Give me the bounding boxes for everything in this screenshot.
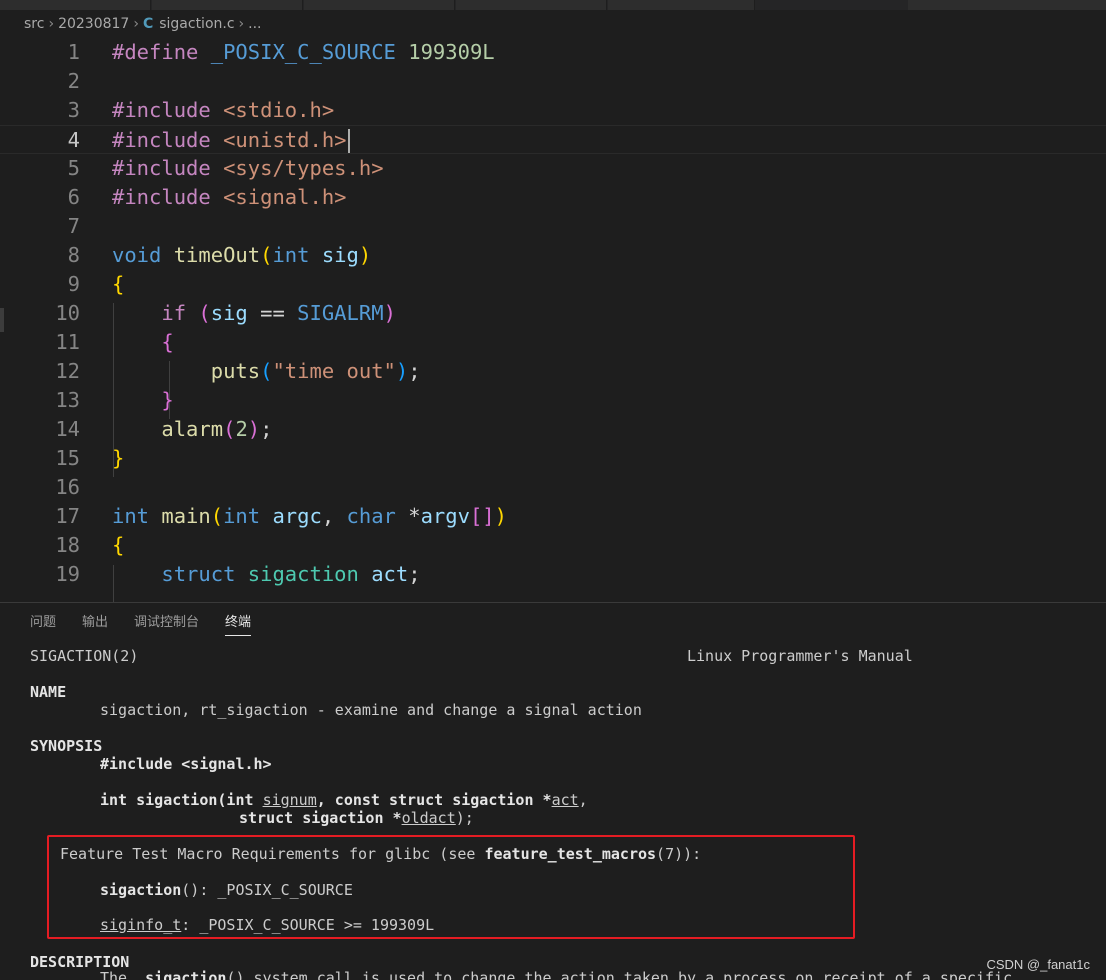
chevron-right-icon: ›	[133, 16, 139, 32]
chevron-right-icon: ›	[48, 16, 55, 32]
line-number: 1	[67, 40, 80, 64]
man-prototype-line1: int sigaction(int signum, const struct s…	[100, 791, 588, 809]
line-number: 10	[55, 301, 80, 325]
code-text: }	[161, 388, 174, 412]
man-section-synopsis: SYNOPSIS	[30, 737, 103, 755]
code-line[interactable]: 14 alarm(2);	[0, 415, 1106, 444]
tab-output[interactable]: 输出	[82, 613, 108, 633]
highlight-box	[47, 835, 855, 939]
code-text: puts("time out");	[210, 359, 421, 383]
line-number: 19	[55, 562, 80, 586]
line-number: 9	[67, 272, 80, 296]
code-line[interactable]: 3 #include <stdio.h>	[0, 96, 1106, 125]
editor-tab[interactable]	[608, 0, 755, 10]
code-text: if (sig == SIGALRM)	[161, 301, 396, 325]
code-line[interactable]: 12 puts("time out");	[0, 357, 1106, 386]
c-file-icon: C	[142, 16, 154, 32]
tab-terminal[interactable]: 终端	[225, 613, 252, 636]
tab-problems[interactable]: 问题	[30, 613, 56, 633]
code-line[interactable]: 5 #include <sys/types.h>	[0, 154, 1106, 183]
code-line[interactable]: 2	[0, 67, 1106, 96]
panel-tabs: 问题 输出 调试控制台 终端	[30, 613, 277, 637]
editor-tab[interactable]	[908, 0, 1106, 10]
editor-tab[interactable]	[304, 0, 455, 10]
text-cursor	[347, 129, 350, 153]
line-number: 6	[67, 185, 80, 209]
code-line-partial[interactable]	[0, 589, 1106, 602]
watermark: CSDN @_fanat1c	[986, 957, 1090, 972]
code-text: int main(int argc, char *argv[])	[112, 504, 507, 528]
line-number: 3	[67, 98, 80, 122]
code-text: struct sigaction act;	[161, 562, 421, 586]
line-number: 17	[55, 504, 80, 528]
code-line[interactable]: 9 {	[0, 270, 1106, 299]
line-number: 16	[55, 475, 80, 499]
code-line[interactable]: 10 if (sig == SIGALRM)	[0, 299, 1106, 328]
breadcrumb-file[interactable]: sigaction.c	[159, 16, 234, 32]
code-text: void timeOut(int sig)	[112, 243, 372, 267]
chevron-right-icon: ›	[238, 16, 245, 32]
code-text: alarm(2);	[161, 417, 273, 441]
code-line[interactable]: 6 #include <signal.h>	[0, 183, 1106, 212]
line-number: 15	[55, 446, 80, 470]
breadcrumb: src › 20230817 › Csigaction.c ›...	[0, 10, 1106, 38]
line-number: 12	[55, 359, 80, 383]
code-line-current[interactable]: 4 #include <unistd.h>	[0, 125, 1106, 154]
man-prototype-line2: struct sigaction *oldact);	[239, 809, 474, 827]
line-number: 5	[67, 156, 80, 180]
line-number: 14	[55, 417, 80, 441]
code-text: {	[112, 533, 125, 557]
man-section-name: NAME	[30, 683, 67, 701]
code-line[interactable]: 19 struct sigaction act;	[0, 560, 1106, 589]
code-line[interactable]: 11 {	[0, 328, 1106, 357]
line-number: 18	[55, 533, 80, 557]
bottom-panel: 问题 输出 调试控制台 终端 SIGACTION(2) Linux Programme…	[0, 602, 1106, 980]
editor-tab-strip	[0, 0, 1106, 10]
code-line[interactable]: 13 }	[0, 386, 1106, 415]
editor-tab[interactable]	[0, 0, 151, 10]
code-line[interactable]: 15 }	[0, 444, 1106, 473]
man-header-left: SIGACTION(2)	[30, 647, 139, 665]
code-text: #include <sys/types.h>	[112, 156, 384, 180]
man-include-line: #include <signal.h>	[100, 755, 272, 773]
editor-tab[interactable]	[152, 0, 303, 10]
terminal[interactable]: 问题 输出 调试控制台 终端 SIGACTION(2) Linux Programme…	[0, 603, 1106, 980]
code-text: {	[112, 272, 125, 296]
code-editor[interactable]: 1 #define _POSIX_C_SOURCE 199309L 2 3 #i…	[0, 38, 1106, 602]
line-number: 11	[55, 330, 80, 354]
code-text: }	[112, 446, 125, 470]
line-number: 13	[55, 388, 80, 412]
line-number: 7	[67, 214, 80, 238]
line-number: 8	[67, 243, 80, 267]
code-text: #include <unistd.h>	[112, 126, 350, 155]
code-text: #define _POSIX_C_SOURCE 199309L	[112, 40, 495, 64]
breadcrumb-folder-src[interactable]: src	[24, 16, 44, 32]
man-header-right: Linux Programmer's Manual	[687, 647, 913, 665]
code-text: {	[161, 330, 174, 354]
line-number: 4	[67, 128, 80, 152]
code-line[interactable]: 1 #define _POSIX_C_SOURCE 199309L	[0, 38, 1106, 67]
code-line[interactable]: 17 int main(int argc, char *argv[])	[0, 502, 1106, 531]
code-text: #include <stdio.h>	[112, 98, 335, 122]
man-name-line: sigaction, rt_sigaction - examine and ch…	[100, 701, 642, 719]
breadcrumb-folder-date[interactable]: 20230817	[58, 16, 129, 32]
code-line[interactable]: 16	[0, 473, 1106, 502]
man-description-line: The sigaction() system call is used to c…	[100, 969, 1013, 980]
code-text: #include <signal.h>	[112, 185, 347, 209]
line-number: 2	[67, 69, 80, 93]
editor-tab[interactable]	[456, 0, 607, 10]
code-line[interactable]: 18 {	[0, 531, 1106, 560]
breadcrumb-more[interactable]: ...	[248, 16, 261, 32]
tab-debug-console[interactable]: 调试控制台	[134, 613, 199, 633]
code-line[interactable]: 7	[0, 212, 1106, 241]
code-line[interactable]: 8 void timeOut(int sig)	[0, 241, 1106, 270]
